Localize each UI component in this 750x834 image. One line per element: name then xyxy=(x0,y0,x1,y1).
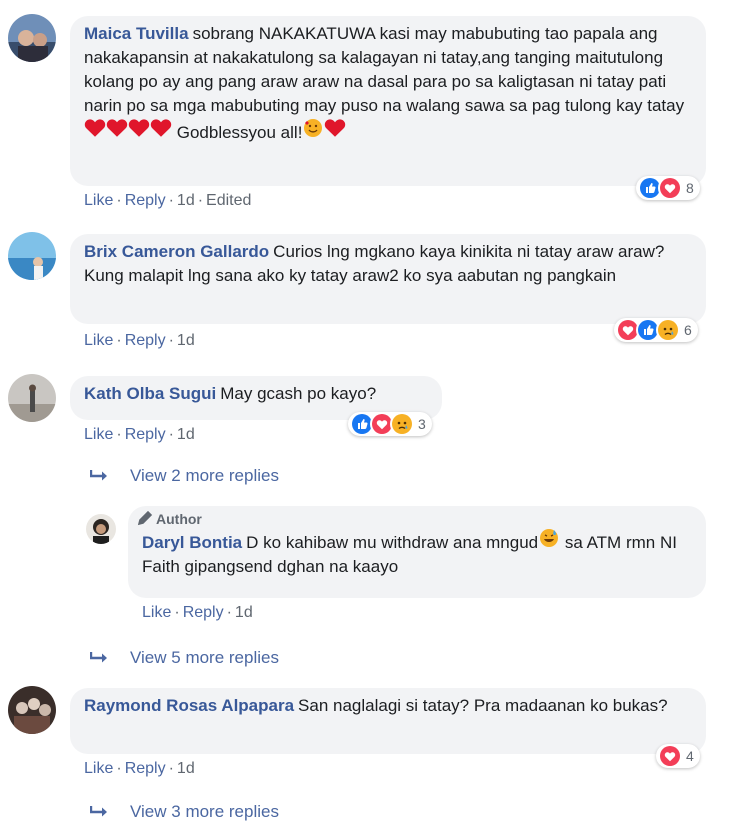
reply-link[interactable]: Reply xyxy=(125,332,166,349)
comment-actions: Like · Reply · 1d xyxy=(84,332,195,349)
reactions-summary[interactable]: 6 xyxy=(614,318,698,342)
comment-text: D ko kahibaw mu withdraw ana mngud xyxy=(246,533,539,552)
timestamp[interactable]: 1d xyxy=(177,760,195,777)
comment-text: May gcash po kayo? xyxy=(220,384,377,403)
timestamp[interactable]: 1d xyxy=(177,192,195,209)
avatar[interactable] xyxy=(86,514,116,544)
reactions-summary[interactable]: 8 xyxy=(636,176,700,200)
reply-arrow-icon xyxy=(90,651,110,665)
view-more-replies[interactable]: View 2 more replies xyxy=(90,466,279,486)
avatar[interactable] xyxy=(8,686,56,734)
like-link[interactable]: Like xyxy=(84,332,113,349)
view-more-replies[interactable]: View 5 more replies xyxy=(90,648,279,668)
comment-author[interactable]: Kath Olba Sugui xyxy=(84,384,216,403)
comment-author[interactable]: Raymond Rosas Alpapara xyxy=(84,696,294,715)
reply-link[interactable]: Reply xyxy=(125,426,166,443)
comment-author[interactable]: Brix Cameron Gallardo xyxy=(84,242,269,261)
comment-actions: Like · Reply · 1d xyxy=(84,426,195,443)
like-link[interactable]: Like xyxy=(84,760,113,777)
reaction-count: 4 xyxy=(686,748,694,764)
comment-text-tail: Godblessyou all! xyxy=(176,123,303,142)
timestamp[interactable]: 1d xyxy=(177,332,195,349)
like-link[interactable]: Like xyxy=(142,604,171,621)
love-reaction-icon xyxy=(658,744,682,768)
smiling-face-hearts-icon xyxy=(302,119,324,142)
avatar[interactable] xyxy=(8,374,56,422)
comment-actions: Like · Reply · 1d xyxy=(84,760,195,777)
sad-reaction-icon xyxy=(390,412,414,436)
heart-emoji xyxy=(84,123,172,142)
comment-bubble: Brix Cameron Gallardo Curios lng mgkano k… xyxy=(70,234,706,324)
pencil-icon xyxy=(137,511,153,526)
grinning-sweat-emoji xyxy=(538,529,560,552)
view-more-label: View 3 more replies xyxy=(130,802,279,821)
comment-author[interactable]: Daryl Bontia xyxy=(142,533,242,552)
comment-bubble: Maica Tuvilla sobrang NAKAKATUWA kasi may… xyxy=(70,16,706,186)
comment-text: San naglalagi si tatay? Pra madaanan ko … xyxy=(298,696,668,715)
view-more-label: View 5 more replies xyxy=(130,648,279,667)
avatar[interactable] xyxy=(8,232,56,280)
reaction-count: 6 xyxy=(684,322,692,338)
reactions-summary[interactable]: 4 xyxy=(656,744,700,768)
reply-arrow-icon xyxy=(90,805,110,819)
reply-arrow-icon xyxy=(90,469,110,483)
comment-actions: Like · Reply · 1d xyxy=(142,604,253,621)
timestamp[interactable]: 1d xyxy=(235,604,253,621)
reaction-count: 8 xyxy=(686,180,694,196)
reply-link[interactable]: Reply xyxy=(125,192,166,209)
edited-label[interactable]: Edited xyxy=(206,192,251,209)
comment-author[interactable]: Maica Tuvilla xyxy=(84,24,189,43)
comment-actions: Like · Reply · 1d · Edited xyxy=(84,192,252,209)
reactions-summary[interactable]: 3 xyxy=(348,412,432,436)
like-link[interactable]: Like xyxy=(84,192,113,209)
comment-bubble: Raymond Rosas Alpapara San naglalagi si t… xyxy=(70,688,706,754)
author-badge-label: Author xyxy=(156,511,202,527)
avatar[interactable] xyxy=(8,14,56,62)
reply-bubble: Author Daryl Bontia D ko kahibaw mu withd… xyxy=(128,506,706,598)
reply-link[interactable]: Reply xyxy=(125,760,166,777)
sad-reaction-icon xyxy=(656,318,680,342)
author-badge: Author xyxy=(136,510,692,528)
heart-emoji xyxy=(324,123,346,142)
like-link[interactable]: Like xyxy=(84,426,113,443)
timestamp[interactable]: 1d xyxy=(177,426,195,443)
love-reaction-icon xyxy=(658,176,682,200)
view-more-replies[interactable]: View 3 more replies xyxy=(90,802,279,822)
reply-link[interactable]: Reply xyxy=(183,604,224,621)
reaction-count: 3 xyxy=(418,416,426,432)
view-more-label: View 2 more replies xyxy=(130,466,279,485)
